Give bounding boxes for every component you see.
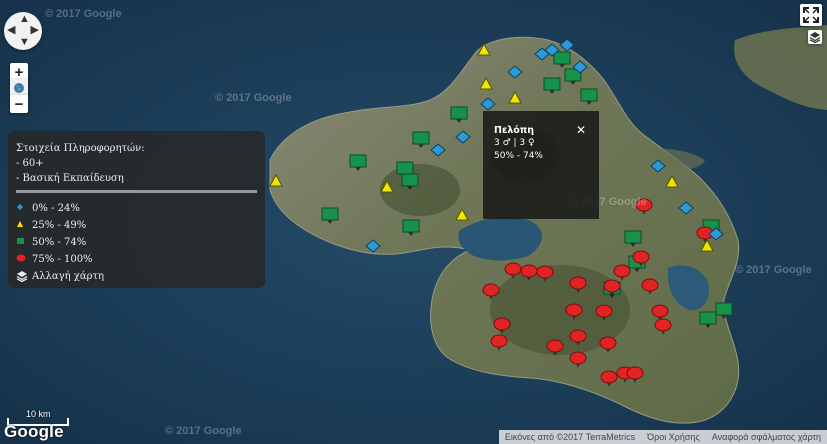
green-square-icon — [16, 236, 30, 250]
legend-label: 50% - 74% — [32, 237, 87, 248]
popup-range: 50% - 74% — [494, 151, 543, 161]
change-map-button[interactable]: Αλλαγή χάρτη — [16, 268, 257, 285]
legend-age: - 60+ — [16, 158, 44, 169]
legend-item: 0% - 24% — [16, 200, 257, 217]
legend-item: 75% - 100% — [16, 251, 257, 268]
legend-item: 25% - 49% — [16, 217, 257, 234]
layers-icon — [16, 270, 30, 284]
red-pin-icon — [16, 253, 30, 267]
imagery-credit: Εικόνες από ©2017 TerraMetrics — [504, 432, 636, 442]
attribution-bar: Εικόνες από ©2017 TerraMetrics Όροι Χρήσ… — [498, 430, 827, 444]
close-icon[interactable]: ✕ — [576, 123, 586, 137]
legend-label: 75% - 100% — [32, 254, 93, 265]
zoom-out-button[interactable]: − — [10, 95, 28, 113]
legend-education: - Βασική Εκπαίδευση — [16, 173, 124, 184]
legend-label: 0% - 24% — [32, 203, 80, 214]
terms-link[interactable]: Όροι Χρήσης — [647, 432, 700, 442]
popup-counts: 3 ♂ | 3 ♀ — [494, 138, 535, 148]
map-watermark: © 2017 Google — [735, 264, 812, 276]
scale-label: 10 km — [26, 409, 51, 419]
legend-title: Στοιχεία Πληροφορητών: — [16, 143, 145, 154]
yellow-triangle-icon — [16, 219, 30, 233]
popup-title: Πελόπη — [494, 125, 535, 136]
fullscreen-icon[interactable] — [800, 4, 822, 26]
legend-item: 50% - 74% — [16, 234, 257, 251]
map-watermark: © 2017 Google — [45, 8, 122, 20]
pan-up-icon[interactable]: ▲ — [19, 14, 30, 25]
pan-right-icon[interactable]: ▶ — [31, 25, 39, 36]
pan-left-icon[interactable]: ◀ — [7, 25, 15, 36]
change-map-label: Αλλαγή χάρτη — [32, 271, 105, 282]
legend-panel: Στοιχεία Πληροφορητών: - 60+ - Βασική Εκ… — [8, 131, 265, 288]
layers-icon[interactable] — [808, 30, 822, 44]
legend-label: 25% - 49% — [32, 220, 87, 231]
info-popup: ✕ Πελόπη 3 ♂ | 3 ♀ 50% - 74% — [483, 111, 599, 219]
pan-down-icon[interactable]: ▼ — [19, 37, 30, 48]
legend-divider — [16, 190, 257, 193]
map-watermark: © 2017 Google — [165, 425, 242, 437]
report-error-link[interactable]: Αναφορά σφάλματος χάρτη — [712, 432, 821, 442]
pan-control[interactable]: ▲ ▼ ◀ ▶ — [4, 12, 42, 50]
google-logo: Google — [4, 422, 64, 441]
blue-diamond-icon — [16, 202, 30, 216]
map-watermark: © 2017 Google — [215, 92, 292, 104]
